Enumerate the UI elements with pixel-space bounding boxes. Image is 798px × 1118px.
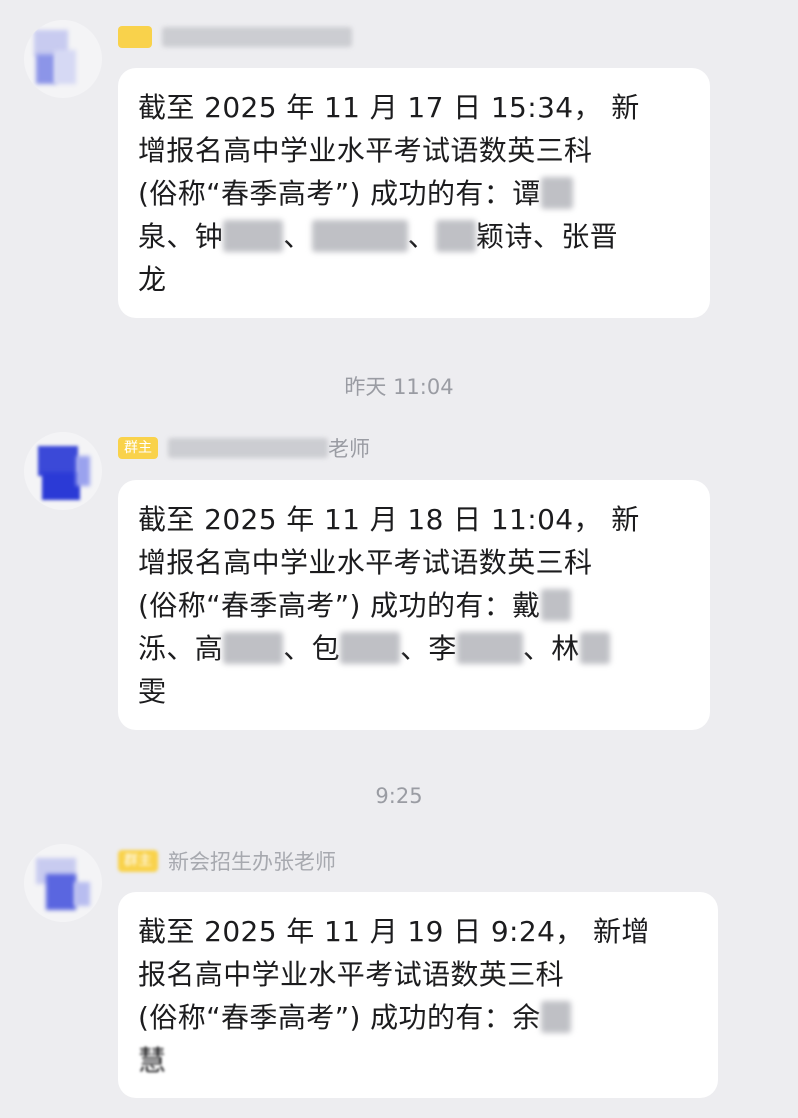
text-line: (俗称“春季高考”) 成功的有：戴 xyxy=(138,584,694,627)
text-line: 雯 xyxy=(138,675,167,708)
avatar[interactable] xyxy=(24,844,102,922)
avatar-pixel xyxy=(42,472,80,500)
message-text: 截至 2025 年 11 月 18 日 11:04， 新 增报名高中学业水平考试… xyxy=(138,498,694,713)
text-line: (俗称“春季高考”) 成功的有：余 xyxy=(138,996,702,1039)
text-segment: 泉、钟 xyxy=(138,220,224,253)
text-line: 泉、钟 、 、 颖诗、张晋 xyxy=(138,215,694,258)
redacted-name xyxy=(456,632,523,664)
text-segment: 颖诗、张晋 xyxy=(476,220,619,253)
sender-row: 群主 新会招生办张老师 xyxy=(118,846,336,876)
role-badge: 群主 xyxy=(118,437,158,459)
text-segment: 慧 xyxy=(138,1044,167,1077)
redacted-name xyxy=(223,220,284,252)
text-line: 增报名高中学业水平考试语数英三科 xyxy=(138,546,593,579)
redacted-name xyxy=(540,1001,571,1033)
role-badge xyxy=(118,26,152,48)
text-line: 慧 xyxy=(138,1039,702,1082)
text-segment: 泺、高 xyxy=(138,632,224,665)
text-segment: 、包 xyxy=(283,632,341,665)
avatar[interactable] xyxy=(24,20,102,98)
avatar-pixel xyxy=(36,54,56,84)
message-bubble[interactable]: 截至 2025 年 11 月 17 日 15:34， 新 增报名高中学业水平考试… xyxy=(118,68,710,318)
sender-row xyxy=(118,22,352,52)
text-segment: 、 xyxy=(407,220,437,253)
text-segment: (俗称“春季高考”) 成功的有：余 xyxy=(138,1001,541,1034)
time-separator: 9:25 xyxy=(375,784,423,808)
text-segment: 、 xyxy=(283,220,312,253)
avatar-pixel xyxy=(54,50,76,84)
sender-name-redacted xyxy=(162,27,352,47)
redacted-name xyxy=(540,177,573,209)
redacted-name xyxy=(540,589,571,621)
avatar-pixel xyxy=(76,456,90,486)
text-segment: (俗称“春季高考”) 成功的有：谭 xyxy=(138,177,541,210)
text-line: 截至 2025 年 11 月 17 日 15:34， 新 xyxy=(138,91,640,124)
text-segment: 、林 xyxy=(522,632,580,665)
sender-name-redacted xyxy=(168,438,328,458)
redacted-name xyxy=(223,632,284,664)
text-segment: (俗称“春季高考”) 成功的有：戴 xyxy=(138,589,541,622)
redacted-name xyxy=(340,632,401,664)
text-line: 泺、高 、包 、李 、林 xyxy=(138,627,694,670)
time-separator: 昨天 11:04 xyxy=(344,375,454,399)
avatar-pixel xyxy=(74,882,90,906)
text-line: 报名高中学业水平考试语数英三科 xyxy=(138,958,565,991)
redacted-name xyxy=(311,220,408,252)
message-bubble[interactable]: 截至 2025 年 11 月 19 日 9:24， 新增 报名高中学业水平考试语… xyxy=(118,892,718,1098)
sender-row: 群主 老师 xyxy=(118,433,370,463)
text-line: 增报名高中学业水平考试语数英三科 xyxy=(138,134,593,167)
redacted-name xyxy=(579,632,610,664)
message-text: 截至 2025 年 11 月 19 日 9:24， 新增 报名高中学业水平考试语… xyxy=(138,910,702,1082)
message-text: 截至 2025 年 11 月 17 日 15:34， 新 增报名高中学业水平考试… xyxy=(138,86,694,301)
text-line: (俗称“春季高考”) 成功的有：谭 xyxy=(138,172,694,215)
text-line: 截至 2025 年 11 月 18 日 11:04， 新 xyxy=(138,503,640,536)
sender-name: 老师 xyxy=(328,437,370,461)
avatar-pixel xyxy=(46,874,76,910)
redacted-name xyxy=(436,220,477,252)
message-bubble[interactable]: 截至 2025 年 11 月 18 日 11:04， 新 增报名高中学业水平考试… xyxy=(118,480,710,730)
text-line: 截至 2025 年 11 月 19 日 9:24， 新增 xyxy=(138,915,650,948)
role-badge: 群主 xyxy=(118,850,158,872)
avatar[interactable] xyxy=(24,432,102,510)
text-segment: 、李 xyxy=(400,632,457,665)
text-line: 龙 xyxy=(138,263,167,296)
sender-name: 新会招生办张老师 xyxy=(168,850,336,874)
